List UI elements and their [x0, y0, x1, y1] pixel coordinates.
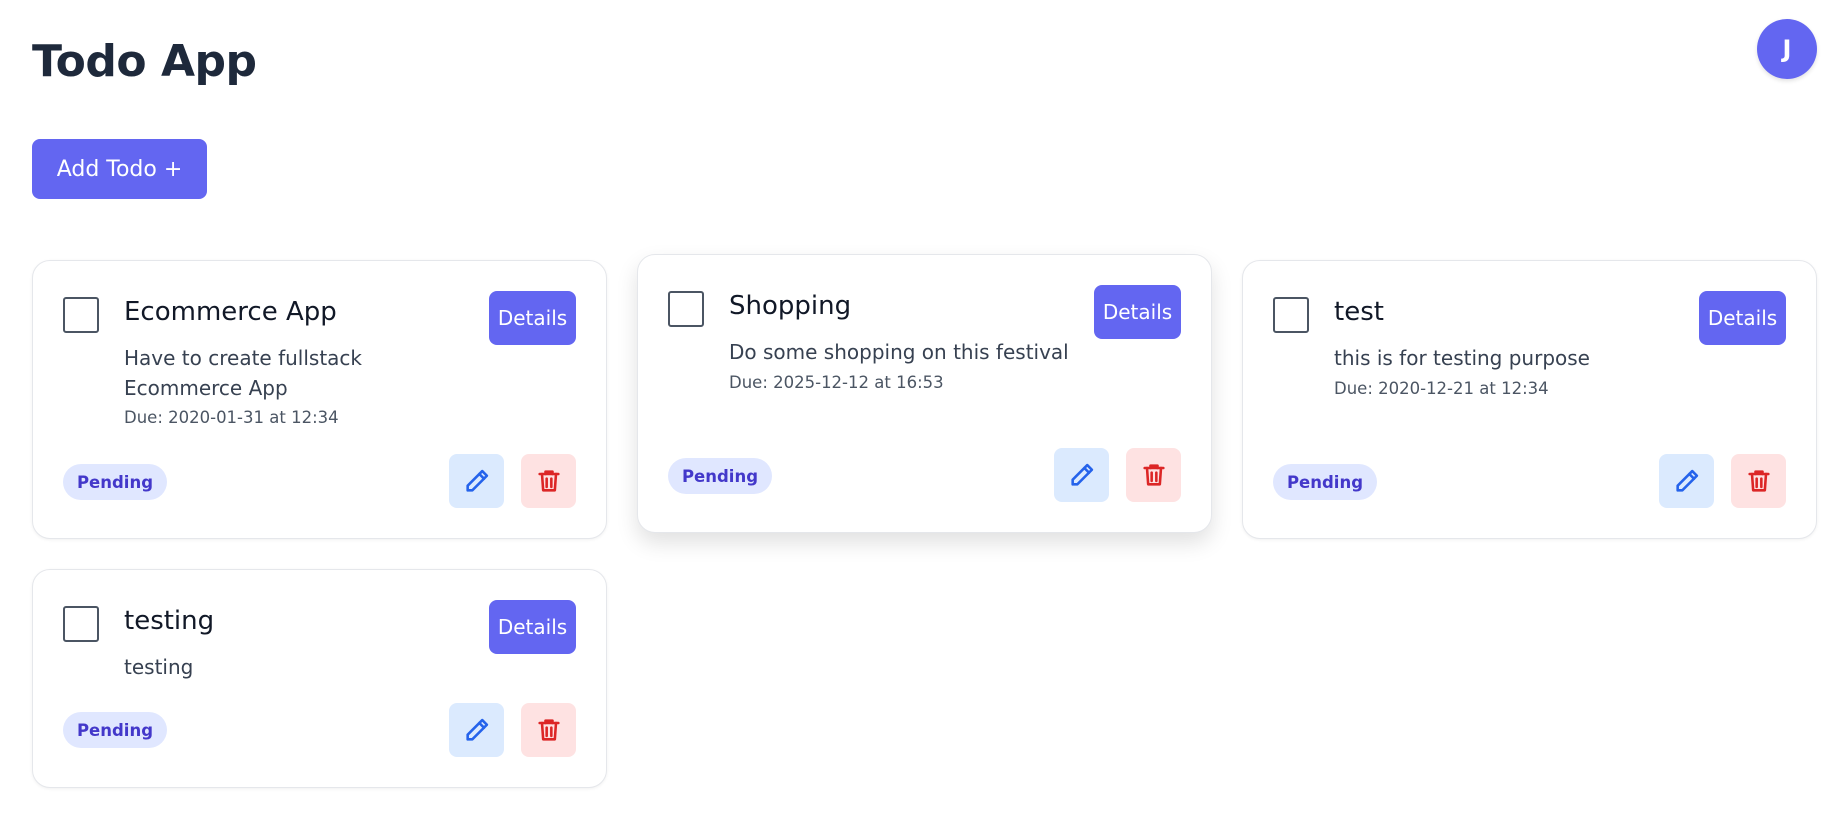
todo-due-date: Due: 2025-12-12 at 16:53: [729, 373, 944, 392]
todo-card: Ecommerce App Have to create fullstack E…: [32, 260, 607, 539]
delete-button[interactable]: [521, 703, 576, 757]
pencil-icon: [1070, 463, 1093, 486]
pencil-icon: [465, 469, 488, 492]
trash-icon: [537, 470, 560, 492]
status-badge: Pending: [63, 712, 167, 748]
todo-title: Shopping: [729, 291, 852, 321]
details-button[interactable]: Details: [489, 600, 576, 654]
trash-icon: [1747, 470, 1770, 492]
details-button[interactable]: Details: [1094, 285, 1181, 339]
todo-card: testing testing Details Pending: [32, 569, 607, 788]
status-badge: Pending: [1273, 464, 1377, 500]
todo-checkbox[interactable]: [668, 291, 704, 327]
pencil-icon: [465, 718, 488, 741]
pencil-icon: [1675, 469, 1698, 492]
todo-title: Ecommerce App: [124, 297, 337, 327]
trash-icon: [537, 719, 560, 741]
todo-card: test this is for testing purpose Due: 20…: [1242, 260, 1817, 539]
delete-button[interactable]: [1731, 454, 1786, 508]
add-todo-button[interactable]: Add Todo +: [32, 139, 207, 199]
status-badge: Pending: [668, 458, 772, 494]
todo-due-date: Due: 2020-01-31 at 12:34: [124, 408, 339, 427]
page-title: Todo App: [32, 36, 257, 87]
edit-button[interactable]: [1054, 448, 1109, 502]
edit-button[interactable]: [449, 703, 504, 757]
todo-checkbox[interactable]: [63, 606, 99, 642]
todo-checkbox[interactable]: [63, 297, 99, 333]
todo-card: Shopping Do some shopping on this festiv…: [637, 254, 1212, 533]
details-button[interactable]: Details: [1699, 291, 1786, 345]
todo-description: Have to create fullstack Ecommerce App: [124, 346, 362, 400]
status-badge: Pending: [63, 464, 167, 500]
todo-title: testing: [124, 606, 215, 636]
todo-checkbox[interactable]: [1273, 297, 1309, 333]
delete-button[interactable]: [1126, 448, 1181, 502]
avatar[interactable]: J: [1757, 19, 1817, 79]
edit-button[interactable]: [1659, 454, 1714, 508]
details-button[interactable]: Details: [489, 291, 576, 345]
todo-due-date: Due: 2020-12-21 at 12:34: [1334, 379, 1549, 398]
todo-description: this is for testing purpose: [1334, 346, 1590, 370]
todo-title: test: [1334, 297, 1384, 327]
todo-description: Do some shopping on this festival: [729, 340, 1069, 364]
trash-icon: [1142, 464, 1165, 486]
delete-button[interactable]: [521, 454, 576, 508]
edit-button[interactable]: [449, 454, 504, 508]
todo-description: testing: [124, 655, 194, 679]
